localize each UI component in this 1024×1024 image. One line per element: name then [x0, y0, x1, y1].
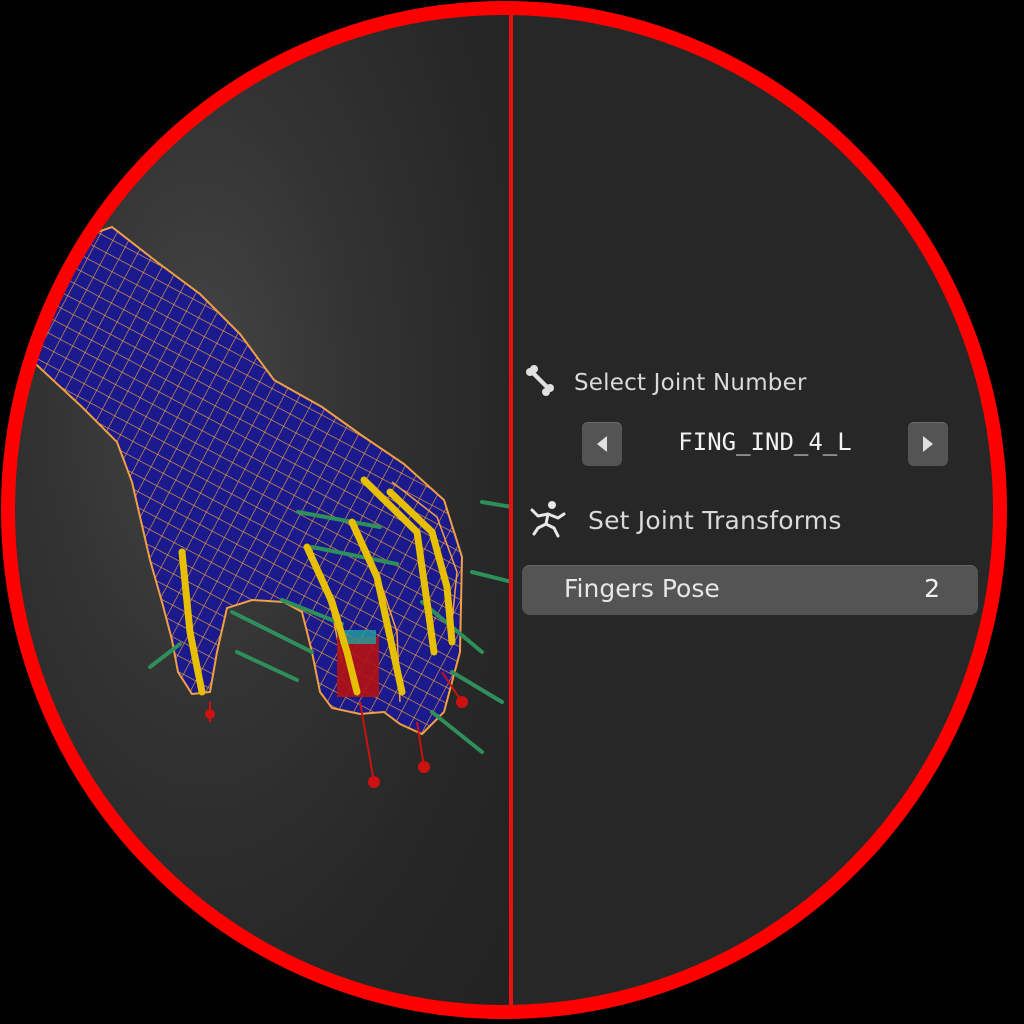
magnifier-lens [12, 12, 996, 1008]
fingers-pose-slider[interactable]: Fingers Pose 2 [522, 565, 978, 615]
joint-selector[interactable]: FING_IND_4_L [582, 420, 948, 468]
triangle-left-icon [597, 436, 607, 452]
set-transforms-label: Set Joint Transforms [588, 505, 842, 535]
fingers-pose-value: 2 [924, 574, 940, 603]
pose-figure-icon [528, 498, 568, 542]
set-transforms-row: Set Joint Transforms [528, 498, 842, 542]
area-divider[interactable] [509, 12, 513, 1008]
joint-name-value: FING_IND_4_L [678, 428, 852, 456]
select-joint-row: Select Joint Number [522, 364, 807, 402]
triangle-right-icon [923, 436, 933, 452]
prev-joint-button[interactable] [582, 422, 622, 466]
hand-wireframe-render [12, 225, 512, 788]
3d-viewport[interactable] [12, 12, 512, 1008]
next-joint-button[interactable] [908, 422, 948, 466]
fingers-pose-label: Fingers Pose [564, 574, 720, 603]
bone-icon [522, 364, 556, 402]
select-joint-label: Select Joint Number [574, 370, 807, 396]
